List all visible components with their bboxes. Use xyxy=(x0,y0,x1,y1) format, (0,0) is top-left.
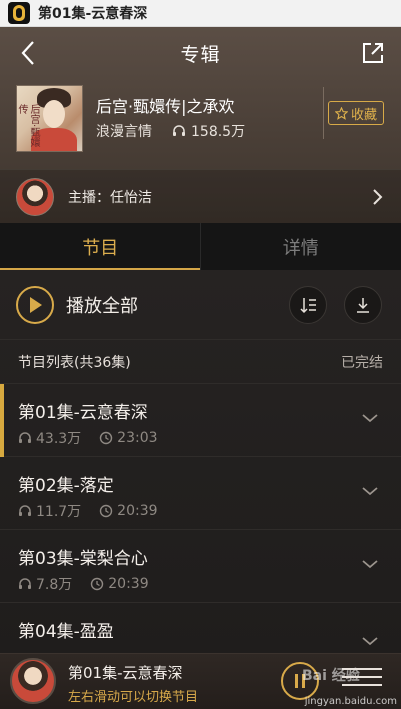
navbar: 专辑 xyxy=(0,27,401,79)
tab-details[interactable]: 详情 xyxy=(201,223,401,270)
watermark-url: jingyan.baidu.com xyxy=(304,696,397,707)
album-info: 后宫·甄嬛传 后宫·甄嬛传|之承欢 浪漫言情 158.5万 收藏 xyxy=(16,85,386,153)
list-header: 节目列表(共36集) 已完结 xyxy=(0,340,401,384)
avatar xyxy=(16,177,54,216)
tab-divider xyxy=(200,223,201,270)
chevron-down-icon[interactable] xyxy=(361,412,379,424)
clock-icon xyxy=(99,431,113,445)
anchor-label: 主播：任怡洁 xyxy=(68,189,152,206)
chevron-down-icon[interactable] xyxy=(361,558,379,570)
album-category: 浪漫言情 xyxy=(96,124,152,140)
list-item[interactable]: 第02集-落定 11.7万 20:39 xyxy=(0,457,401,530)
album-meta: 浪漫言情 158.5万 xyxy=(96,121,245,141)
episode-duration: 23:03 xyxy=(99,430,158,446)
headphones-icon xyxy=(19,505,31,516)
play-all-label[interactable]: 播放全部 xyxy=(66,292,138,318)
play-icon xyxy=(30,296,42,313)
album-plays-count: 158.5万 xyxy=(191,124,246,140)
episode-title: 第01集-云意春深 xyxy=(18,403,148,423)
divider xyxy=(323,87,324,139)
sort-icon xyxy=(300,298,316,314)
chevron-down-icon[interactable] xyxy=(361,485,379,497)
share-button[interactable] xyxy=(359,39,387,67)
status-bar: 第01集-云意春深 xyxy=(0,0,401,27)
list-item[interactable]: 第04集-盈盈 xyxy=(0,603,401,653)
album-header: 专辑 后宫·甄嬛传 后宫·甄嬛传|之承欢 浪漫言情 158.5万 收藏 主播：任… xyxy=(0,27,401,223)
chevron-down-icon[interactable] xyxy=(361,635,379,647)
episode-plays: 7.8万 xyxy=(18,574,72,594)
chevron-left-icon xyxy=(21,41,34,65)
episode-meta: 7.8万 20:39 xyxy=(18,574,167,594)
chevron-right-icon xyxy=(373,189,383,205)
page-title: 专辑 xyxy=(180,43,221,66)
episode-plays: 43.3万 xyxy=(18,428,81,448)
share-icon xyxy=(363,43,383,63)
headphones-icon xyxy=(19,578,31,589)
headphones-icon xyxy=(173,125,185,136)
status-bar-title: 第01集-云意春深 xyxy=(38,6,148,22)
app-logo-icon xyxy=(8,2,30,24)
playlist-button[interactable] xyxy=(342,668,382,694)
play-all-button[interactable] xyxy=(16,285,54,324)
clock-icon xyxy=(99,504,113,518)
now-playing-title: 第01集-云意春深 xyxy=(68,664,183,682)
episode-list-panel: 播放全部 节目列表(共36集) 已完结 第01集-云意春深 43.3万 23:0… xyxy=(0,270,401,653)
episode-duration: 20:39 xyxy=(90,576,149,592)
status-badge: 已完结 xyxy=(341,354,383,371)
episode-meta: 43.3万 23:03 xyxy=(18,428,176,448)
favorite-button[interactable]: 收藏 xyxy=(328,101,384,125)
episode-meta: 11.7万 20:39 xyxy=(18,501,176,521)
episode-title: 第02集-落定 xyxy=(18,476,114,496)
headphones-icon xyxy=(19,432,31,443)
back-button[interactable] xyxy=(14,39,42,67)
clock-icon xyxy=(91,577,104,591)
album-title: 后宫·甄嬛传|之承欢 xyxy=(96,97,235,116)
star-icon xyxy=(334,106,348,120)
tab-bar: 节目 详情 xyxy=(0,223,401,270)
episode-title: 第04集-盈盈 xyxy=(18,622,114,642)
episode-duration: 20:39 xyxy=(99,503,158,519)
episode-plays: 11.7万 xyxy=(18,501,81,521)
cover-title: 后宫·甄嬛传 xyxy=(16,104,39,148)
episode-title: 第03集-棠梨合心 xyxy=(18,549,148,569)
list-icon xyxy=(342,668,382,670)
album-cover[interactable]: 后宫·甄嬛传 xyxy=(16,85,83,152)
anchor-row[interactable]: 主播：任怡洁 xyxy=(0,169,401,223)
favorite-label: 收藏 xyxy=(350,107,377,123)
list-item[interactable]: 第01集-云意春深 43.3万 23:03 xyxy=(0,384,401,457)
album-plays: 158.5万 xyxy=(172,121,245,141)
swipe-hint: 左右滑动可以切换节目 xyxy=(68,690,199,705)
list-count-label: 节目列表(共36集) xyxy=(18,354,131,371)
now-playing-cover[interactable] xyxy=(10,658,56,704)
list-item[interactable]: 第03集-棠梨合心 7.8万 20:39 xyxy=(0,530,401,603)
download-button[interactable] xyxy=(344,286,382,324)
sort-button[interactable] xyxy=(289,286,327,324)
play-all-row: 播放全部 xyxy=(0,270,401,340)
mini-player[interactable]: 第01集-云意春深 左右滑动可以切换节目 Bai 经验 jingyan.baid… xyxy=(0,653,401,709)
download-icon xyxy=(357,298,369,313)
tab-episodes[interactable]: 节目 xyxy=(0,223,201,270)
